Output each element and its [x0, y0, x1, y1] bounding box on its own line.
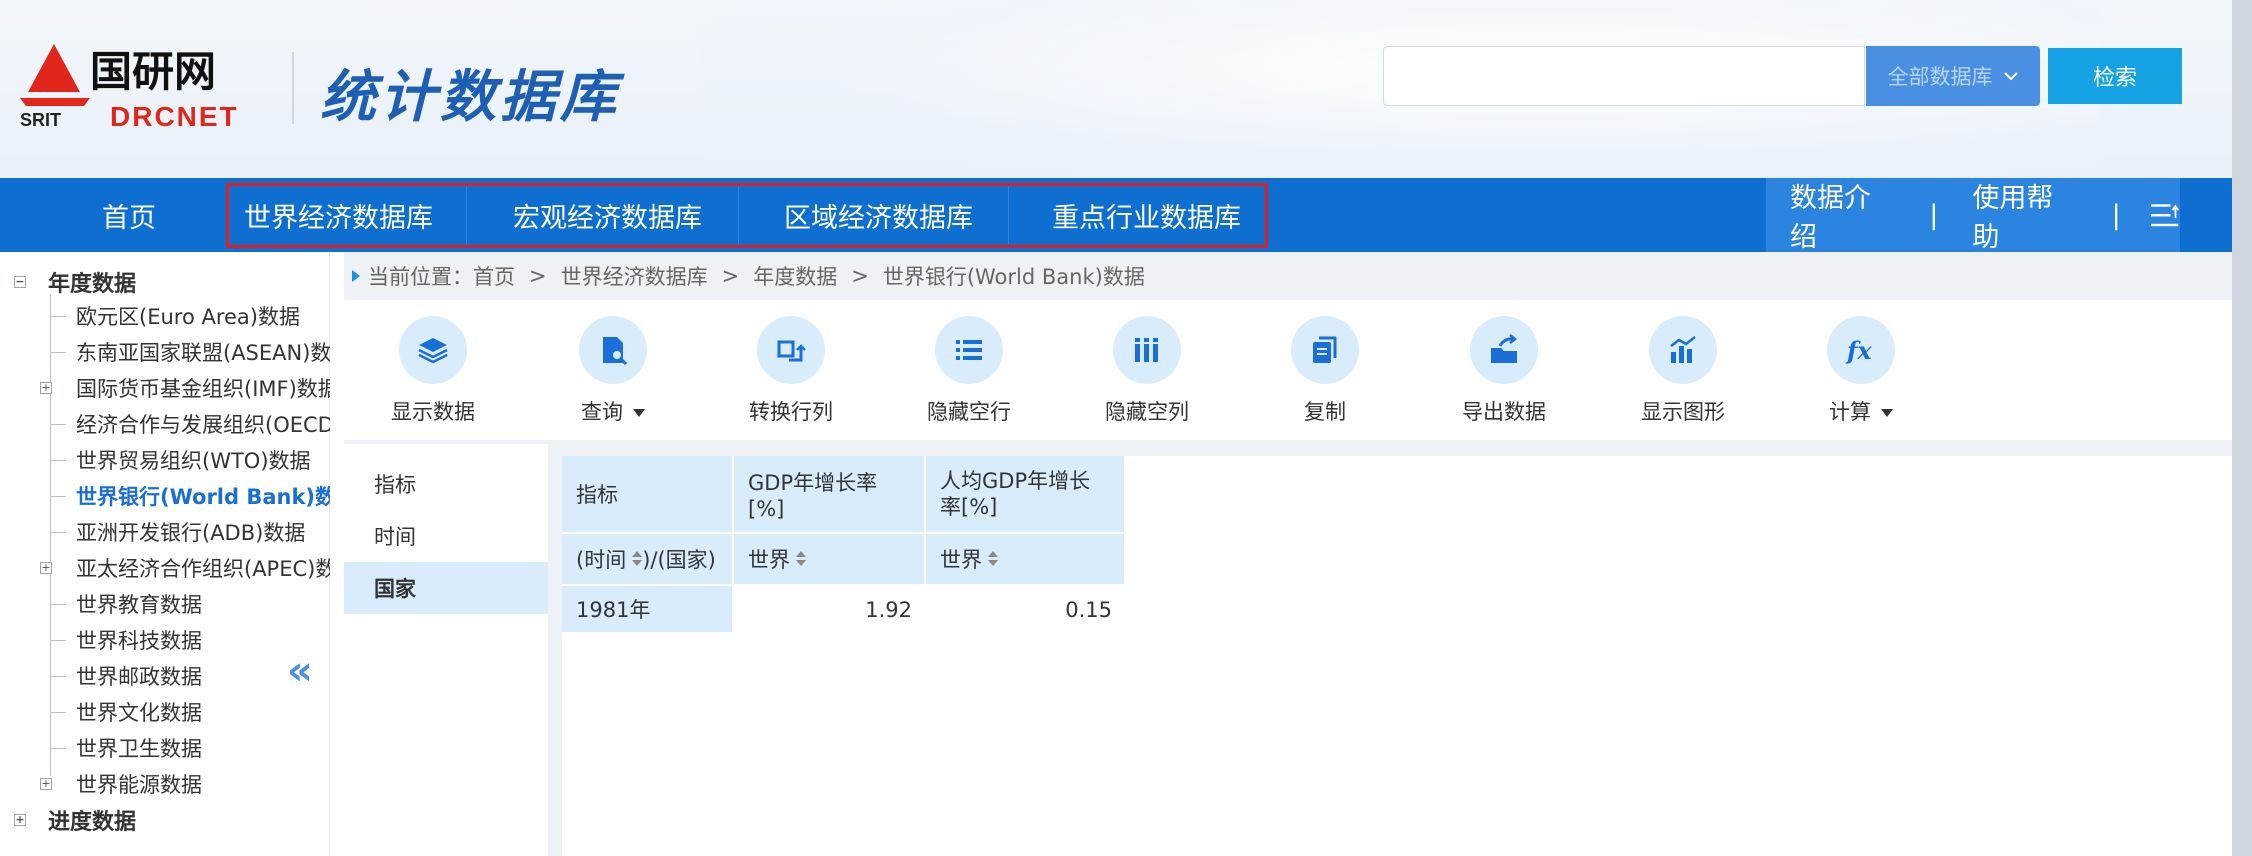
tree-item-asean[interactable]: 东南亚国家联盟(ASEAN)数: [0, 334, 330, 370]
breadcrumb-current: 世界银行(World Bank)数据: [882, 265, 1145, 289]
tree-item-education[interactable]: 世界教育数据: [0, 586, 330, 622]
page-scrollbar-track[interactable]: [2232, 0, 2252, 856]
grid-corner-indicator: 指标: [562, 456, 734, 534]
copy-icon: [1313, 336, 1337, 363]
nav-divider: [466, 186, 467, 244]
tree-item-wto[interactable]: 世界贸易组织(WTO)数据: [0, 442, 330, 478]
dimension-time[interactable]: 时间: [344, 510, 548, 562]
table-cell[interactable]: 1.92: [734, 586, 926, 634]
tree-item-euro-area[interactable]: 欧元区(Euro Area)数据: [0, 298, 330, 334]
site-title: 统计数据库: [320, 64, 620, 130]
list-icon: [956, 340, 982, 360]
breadcrumb-sep: >: [721, 264, 740, 288]
tree-item-health[interactable]: 世界卫生数据: [0, 730, 330, 766]
caret-down-icon: [633, 409, 645, 417]
data-grid: 指标 GDP年增长率[%] 人均GDP年增长率[%] (时间 )/(国家) 世界…: [562, 456, 2232, 856]
nav-separator: |: [2111, 199, 2121, 231]
fx-icon: fx: [1845, 336, 1872, 365]
column-header-gdp-per-capita-growth[interactable]: 人均GDP年增长率[%]: [926, 456, 1126, 534]
tree-item-oecd[interactable]: 经济合作与发展组织(OECD: [0, 406, 330, 442]
tree-item-adb[interactable]: 亚洲开发银行(ADB)数据: [0, 514, 330, 550]
dimension-country[interactable]: 国家: [344, 562, 548, 614]
expand-toggle-icon[interactable]: +: [40, 562, 52, 574]
tree-item-world-bank[interactable]: 世界银行(World Bank)数据: [0, 478, 330, 514]
tree-item-energy[interactable]: + 世界能源数据: [0, 766, 330, 802]
expand-toggle-icon[interactable]: +: [14, 814, 26, 826]
database-scope-select[interactable]: 全部数据库: [1866, 46, 2040, 106]
sort-icon[interactable]: [796, 551, 806, 567]
tree-item-apec[interactable]: + 亚太经济合作组织(APEC)数: [0, 550, 330, 586]
search-button[interactable]: 检索: [2048, 48, 2182, 104]
breadcrumb-world-economy[interactable]: 世界经济数据库: [561, 261, 708, 291]
column-country-world[interactable]: 世界: [734, 534, 926, 586]
breadcrumb-sep: >: [529, 264, 547, 288]
logo-mark: SRIT 国研网 DRCNET: [20, 44, 239, 132]
search-input[interactable]: [1383, 46, 1865, 106]
nav-data-intro[interactable]: 数据介绍: [1790, 176, 1895, 254]
dimension-panel: 指标 时间 国家: [344, 444, 548, 856]
header: SRIT 国研网 DRCNET 统计数据库 全部数据库 检索: [0, 0, 2252, 178]
table-cell[interactable]: 0.15: [926, 586, 1126, 634]
nav-macro-economy[interactable]: 宏观经济数据库: [513, 178, 702, 252]
nav-right-group: 数据介绍 | 使用帮助 |: [1766, 176, 2180, 254]
expand-toggle-icon[interactable]: +: [40, 778, 52, 790]
tree-item-science[interactable]: 世界科技数据: [0, 622, 330, 658]
row-header-1981[interactable]: 1981年: [562, 586, 734, 634]
caret-down-icon: [1881, 409, 1893, 417]
chart-icon: [1670, 336, 1696, 363]
nav-world-economy[interactable]: 世界经济数据库: [244, 178, 433, 252]
tree-root-progress[interactable]: + 进度数据: [0, 802, 330, 838]
tree-item-culture[interactable]: 世界文化数据: [0, 694, 330, 730]
nav-separator: |: [1929, 199, 1939, 231]
breadcrumb-marker-icon: [352, 270, 360, 282]
dimension-indicator[interactable]: 指标: [344, 458, 548, 510]
show-chart-button[interactable]: 显示图形: [1618, 300, 1748, 440]
nav-divider: [1008, 186, 1009, 244]
logo-divider: [292, 52, 294, 124]
svg-text:DRCNET: DRCNET: [110, 101, 239, 128]
copy-button[interactable]: 复制: [1260, 300, 1390, 440]
nav-key-industry[interactable]: 重点行业数据库: [1052, 178, 1241, 252]
drcnet-logo[interactable]: SRIT 国研网 DRCNET: [20, 44, 260, 132]
collapse-toggle-icon[interactable]: −: [14, 276, 26, 288]
tree-root-annual[interactable]: − 年度数据: [0, 264, 330, 300]
column-header-gdp-growth[interactable]: GDP年增长率[%]: [734, 456, 926, 534]
grid-corner-time-country: (时间 )/(国家): [562, 534, 734, 586]
chevron-down-icon: [2003, 72, 2018, 81]
collapse-sidebar-icon[interactable]: «: [287, 648, 313, 694]
nav-help[interactable]: 使用帮助: [1972, 176, 2077, 254]
breadcrumb-annual[interactable]: 年度数据: [753, 261, 837, 291]
menu-icon[interactable]: [2150, 202, 2180, 228]
search-doc-icon: [603, 337, 628, 366]
transpose-icon: [777, 340, 806, 362]
show-data-button[interactable]: 显示数据: [368, 300, 498, 440]
export-icon: [1491, 334, 1518, 363]
sort-icon[interactable]: [632, 551, 643, 567]
hide-empty-rows-button[interactable]: 隐藏空行: [904, 300, 1034, 440]
category-tree: − 年度数据 欧元区(Euro Area)数据 东南亚国家联盟(ASEAN)数 …: [0, 252, 330, 856]
nav-home[interactable]: 首页: [102, 178, 156, 252]
query-button[interactable]: 查询: [548, 300, 678, 440]
layers-icon: [418, 338, 448, 364]
breadcrumb-home[interactable]: 首页: [473, 261, 515, 291]
nav-divider: [738, 186, 739, 244]
export-data-button[interactable]: 导出数据: [1439, 300, 1569, 440]
tree-item-imf[interactable]: + 国际货币基金组织(IMF)数据: [0, 370, 330, 406]
transpose-button[interactable]: 转换行列: [726, 300, 856, 440]
database-scope-label: 全部数据库: [1887, 65, 1993, 89]
svg-text:国研网: 国研网: [90, 47, 216, 96]
sort-icon[interactable]: [988, 551, 998, 567]
columns-icon: [1135, 338, 1158, 362]
hide-empty-columns-button[interactable]: 隐藏空列: [1082, 300, 1212, 440]
calculate-button[interactable]: fx 计算: [1796, 300, 1926, 440]
column-country-world[interactable]: 世界: [926, 534, 1126, 586]
svg-text:SRIT: SRIT: [20, 110, 61, 128]
expand-toggle-icon[interactable]: +: [40, 382, 52, 394]
tree-item-postal[interactable]: 世界邮政数据: [0, 658, 330, 694]
breadcrumb-prefix: 当前位置：: [368, 265, 473, 289]
breadcrumb-sep: >: [851, 264, 869, 288]
nav-regional-economy[interactable]: 区域经济数据库: [784, 178, 973, 252]
breadcrumb: 当前位置： 首页 > 世界经济数据库 > 年度数据 > 世界银行(World B…: [352, 258, 1145, 294]
svg-text:fx: fx: [1845, 336, 1872, 365]
